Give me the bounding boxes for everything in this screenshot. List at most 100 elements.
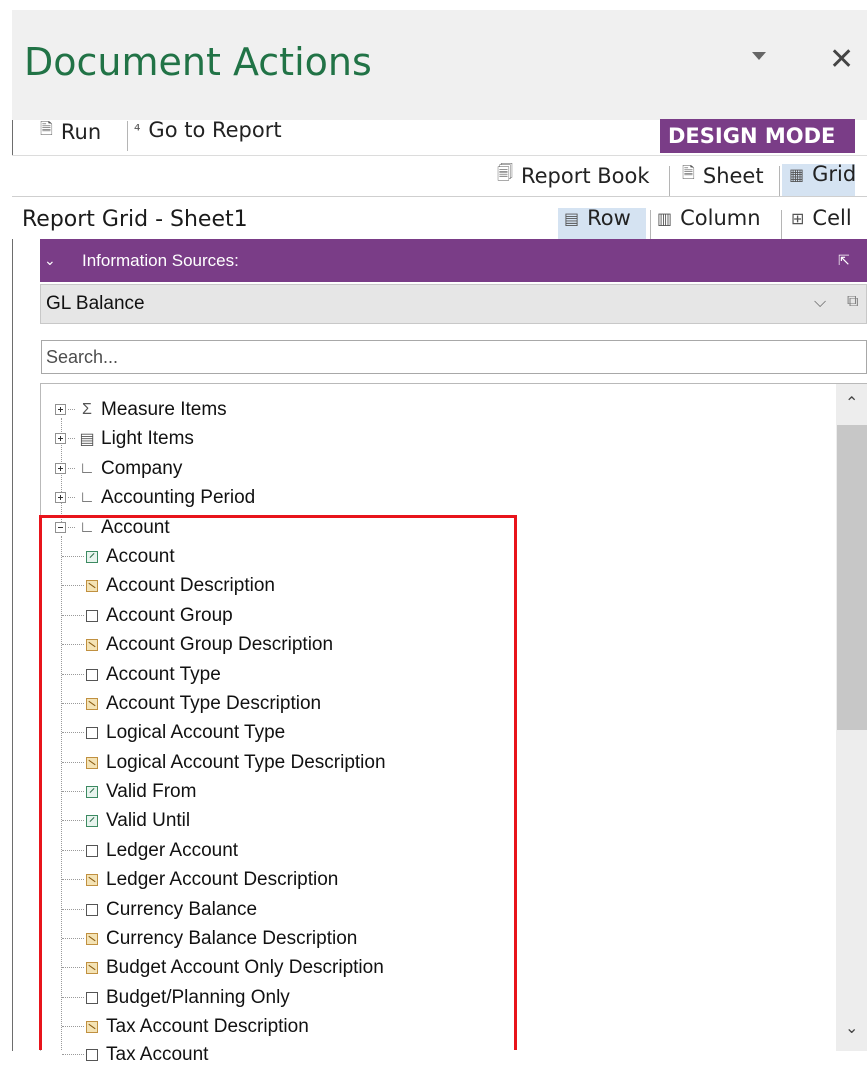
description-field-icon [86, 697, 98, 710]
toolbar-divider [127, 121, 128, 151]
cell-label: Cell [812, 206, 852, 230]
column-button[interactable]: ▥ Column [657, 206, 761, 230]
tree-item-logical-account-type[interactable]: Logical Account Type [62, 718, 285, 747]
sheet-button[interactable]: 🗎 Sheet [682, 162, 764, 189]
tree-group-light-items[interactable]: ▤ Light Items [55, 424, 194, 453]
date-field-icon [86, 785, 98, 798]
dimension-icon: ∟ [79, 459, 95, 477]
grid-icon: ▦ [789, 164, 805, 184]
tree-item-label: Logical Account Type Description [106, 751, 386, 773]
scrollbar-thumb[interactable] [837, 425, 867, 730]
tree-item-ledger-account[interactable]: Ledger Account [62, 836, 238, 865]
tree-item-account-type[interactable]: Account Type [62, 660, 221, 689]
dock-icon[interactable]: ⇱ [838, 252, 850, 269]
description-field-icon [86, 579, 98, 592]
tree-item-tax-account-description[interactable]: Tax Account Description [62, 1012, 309, 1041]
description-field-icon [86, 638, 98, 651]
field-icon [86, 844, 98, 857]
description-field-icon [86, 1020, 98, 1033]
information-source-select[interactable] [40, 284, 867, 324]
column-icon: ▥ [657, 208, 673, 228]
pane-options-chevron-icon[interactable] [752, 52, 766, 60]
tree-item-account-group[interactable]: Account Group [62, 601, 233, 630]
search-input[interactable] [41, 340, 867, 374]
row-button[interactable]: ▤ Row [564, 206, 631, 230]
tree-item-budget-planning-only[interactable]: Budget/Planning Only [62, 983, 290, 1012]
tree-item-label: Budget/Planning Only [106, 986, 290, 1008]
collapse-chevron-icon[interactable]: ⌄ [44, 252, 56, 269]
expand-icon[interactable] [55, 404, 66, 415]
report-book-button[interactable]: 🗐 Report Book [497, 162, 650, 189]
tree-item-label: Account Group [106, 604, 233, 626]
expand-icon[interactable] [55, 492, 66, 503]
tree-group-measure-items[interactable]: Σ Measure Items [55, 395, 227, 424]
tree-item-label: Valid From [106, 780, 197, 802]
date-field-icon [86, 550, 98, 563]
tree-item-account-description[interactable]: Account Description [62, 571, 275, 600]
tree-item-label: Account [106, 545, 175, 567]
go-to-report-button[interactable]: ⁴ Go to Report [134, 118, 282, 142]
tree-item-logical-account-type-description[interactable]: Logical Account Type Description [62, 748, 386, 777]
tree-item-label: Budget Account Only Description [106, 956, 384, 978]
tree-item-currency-balance[interactable]: Currency Balance [62, 895, 257, 924]
tree-item-label: Valid Until [106, 809, 191, 831]
go-to-report-icon: ⁴ [134, 120, 141, 140]
column-label: Column [680, 206, 761, 230]
tree-item-label: Tax Account [106, 1043, 209, 1065]
tree-item-label: Account Type Description [106, 692, 322, 714]
tree-group-label: Light Items [101, 427, 194, 449]
scroll-down-icon[interactable]: ⌄ [845, 1018, 858, 1038]
toolbar-divider [650, 210, 651, 240]
go-to-report-label: Go to Report [148, 118, 282, 142]
run-icon: 🗎 [40, 119, 53, 138]
toolbar-divider [779, 166, 780, 196]
expand-icon[interactable] [55, 433, 66, 444]
run-label: Run [60, 119, 102, 144]
chevron-down-icon[interactable]: ⌵ [814, 294, 826, 312]
cell-icon: ⊞ [791, 208, 805, 228]
tree-group-label: Account [101, 516, 170, 538]
tree-item-account-type-description[interactable]: Account Type Description [62, 689, 321, 718]
grid-button[interactable]: ▦ Grid [789, 162, 856, 186]
tree-item-account-group-description[interactable]: Account Group Description [62, 630, 333, 659]
report-book-label: Report Book [520, 163, 650, 188]
scroll-up-icon[interactable]: ⌃ [845, 393, 858, 413]
pane-title: Document Actions [24, 40, 372, 84]
date-field-icon [86, 814, 98, 827]
tree-group-label: Accounting Period [101, 486, 256, 508]
tree-group-company[interactable]: ∟ Company [55, 454, 182, 483]
tree-item-currency-balance-description[interactable]: Currency Balance Description [62, 924, 357, 953]
tree-item-ledger-account-description[interactable]: Ledger Account Description [62, 865, 338, 894]
sigma-icon: Σ [82, 400, 92, 418]
sheet-label: Sheet [702, 163, 764, 188]
run-button[interactable]: 🗎 Run [40, 118, 101, 145]
tree-item-valid-until[interactable]: Valid Until [62, 806, 190, 835]
dimension-icon: ∟ [79, 518, 95, 536]
list-icon: ▤ [79, 430, 95, 448]
selected-source: GL Balance [46, 293, 145, 314]
field-icon [86, 726, 98, 739]
tree-item-label: Ledger Account Description [106, 868, 339, 890]
design-mode-badge: DESIGN MODE [660, 119, 855, 153]
cell-button[interactable]: ⊞ Cell [791, 206, 852, 230]
source-settings-icon[interactable]: ⧉ [847, 293, 858, 311]
expand-icon[interactable] [55, 463, 66, 474]
toolbar-divider [781, 210, 782, 240]
toolbar-divider [669, 166, 670, 196]
report-book-icon: 🗐 [497, 163, 513, 182]
tree-item-tax-account[interactable]: Tax Account [62, 1040, 208, 1069]
collapse-icon[interactable] [55, 522, 66, 533]
tree-item-budget-account-only-description[interactable]: Budget Account Only Description [62, 953, 384, 982]
description-field-icon [86, 756, 98, 769]
description-field-icon [86, 932, 98, 945]
tree-group-accounting-period[interactable]: ∟ Accounting Period [55, 483, 255, 512]
tree-group-account[interactable]: ∟ Account [55, 513, 170, 542]
tree-group-label: Measure Items [101, 398, 227, 420]
tree-item-label: Currency Balance Description [106, 927, 358, 949]
tree-item-label: Logical Account Type [106, 721, 286, 743]
field-icon [86, 609, 98, 622]
close-icon[interactable]: ✕ [829, 42, 854, 77]
tree-item-valid-from[interactable]: Valid From [62, 777, 196, 806]
tree-group-label: Company [101, 457, 183, 479]
tree-item-account[interactable]: Account [62, 542, 175, 571]
